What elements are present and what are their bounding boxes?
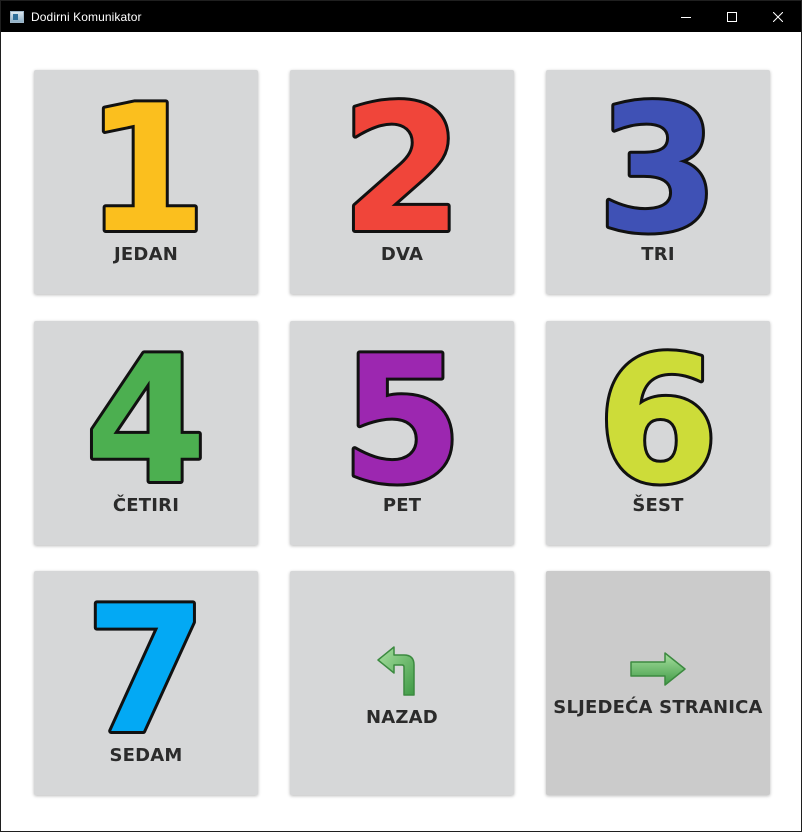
tile-label: ŠEST [632,495,684,516]
tile-sljedeca-stranica[interactable]: SLJEDEĆA STRANICA [546,571,770,795]
minimize-button[interactable] [663,1,709,32]
tile-label: ČETIRI [112,495,180,516]
tile-label: JEDAN [114,244,178,265]
svg-text:6: 6 [597,341,719,491]
svg-text:5: 5 [341,341,463,491]
tile-nazad[interactable]: NAZAD [290,571,514,795]
tile-sest[interactable]: 6 ŠEST [546,321,770,545]
number-2-icon: 2 [338,90,466,240]
window-title: Dodirni Komunikator [31,9,142,24]
app-window: Dodirni Komunikator 1 JEDAN 2 DVA 3 TRI … [0,0,802,832]
tile-label: PET [382,495,422,516]
tile-label: TRI [641,244,675,265]
tile-jedan[interactable]: 1 JEDAN [34,70,258,294]
svg-text:1: 1 [85,90,207,240]
tile-pet[interactable]: 5 PET [290,321,514,545]
tile-label: NAZAD [366,706,438,728]
tile-label: SLJEDEĆA STRANICA [553,696,763,718]
app-icon [10,10,24,23]
number-1-icon: 1 [82,90,210,240]
svg-text:2: 2 [341,90,463,240]
title-bar[interactable]: Dodirni Komunikator [1,1,801,32]
tile-cetiri[interactable]: 4 ČETIRI [34,321,258,545]
tile-sedam[interactable]: 7 SEDAM [34,571,258,795]
close-button[interactable] [755,1,801,32]
tile-dva[interactable]: 2 DVA [290,70,514,294]
window-controls [663,1,801,32]
number-7-icon: 7 [82,591,210,741]
number-6-icon: 6 [594,341,722,491]
back-arrow-icon [377,645,415,696]
tile-label: SEDAM [109,745,183,766]
maximize-icon [727,11,737,22]
number-5-icon: 5 [338,341,466,491]
close-icon [773,11,783,22]
maximize-button[interactable] [709,1,755,32]
next-arrow-icon [630,651,686,686]
svg-text:4: 4 [85,341,207,491]
minimize-icon [681,16,691,18]
tile-label: DVA [380,244,424,265]
tile-tri[interactable]: 3 TRI [546,70,770,294]
svg-text:3: 3 [597,90,719,240]
number-3-icon: 3 [594,90,722,240]
number-4-icon: 4 [82,341,210,491]
svg-text:7: 7 [85,591,207,741]
